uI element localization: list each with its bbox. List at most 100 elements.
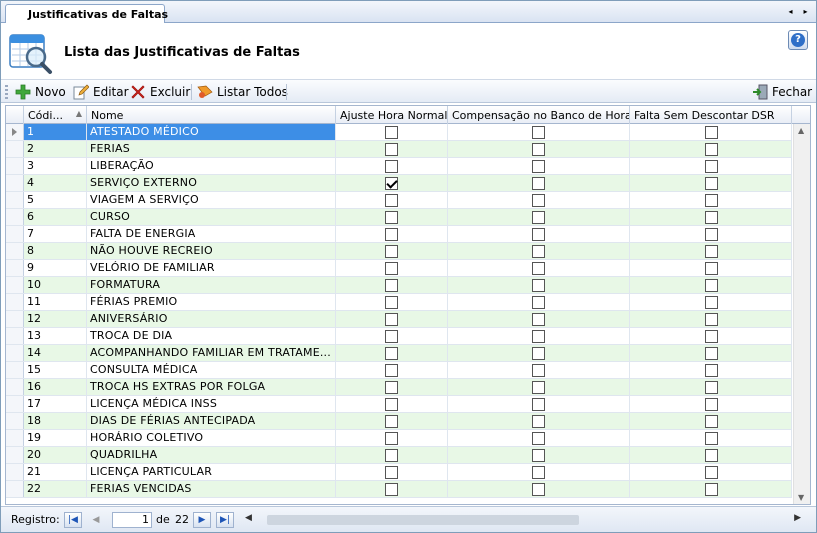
compensation-checkbox[interactable] [532, 466, 545, 479]
header-adjust[interactable]: Ajuste Hora Normal [336, 106, 448, 124]
code-cell[interactable]: 22 [24, 481, 87, 497]
absence-cell[interactable] [630, 396, 792, 412]
compensation-checkbox[interactable] [532, 245, 545, 258]
adjust-cell[interactable] [336, 345, 448, 361]
adjust-checkbox[interactable] [385, 279, 398, 292]
row-indicator-cell[interactable] [6, 260, 24, 276]
table-row[interactable]: 4 SERVIÇO EXTERNO [6, 175, 792, 192]
row-indicator-cell[interactable] [6, 294, 24, 310]
adjust-checkbox[interactable] [385, 296, 398, 309]
table-row[interactable]: 8 NÃO HOUVE RECREIO [6, 243, 792, 260]
header-compensation[interactable]: Compensação no Banco de Horas [448, 106, 630, 124]
table-row[interactable]: 14 ACOMPANHANDO FAMILIAR EM TRATAME... [6, 345, 792, 362]
compensation-checkbox[interactable] [532, 483, 545, 496]
code-cell[interactable]: 14 [24, 345, 87, 361]
code-cell[interactable]: 10 [24, 277, 87, 293]
absence-checkbox[interactable] [705, 160, 718, 173]
compensation-cell[interactable] [448, 158, 630, 174]
row-indicator-cell[interactable] [6, 226, 24, 242]
table-row[interactable]: 21 LICENÇA PARTICULAR [6, 464, 792, 481]
adjust-checkbox[interactable] [385, 483, 398, 496]
compensation-cell[interactable] [448, 328, 630, 344]
compensation-checkbox[interactable] [532, 347, 545, 360]
adjust-cell[interactable] [336, 226, 448, 242]
row-indicator-cell[interactable] [6, 430, 24, 446]
compensation-cell[interactable] [448, 396, 630, 412]
adjust-cell[interactable] [336, 243, 448, 259]
absence-checkbox[interactable] [705, 415, 718, 428]
name-cell[interactable]: TROCA HS EXTRAS POR FOLGA [87, 379, 336, 395]
code-cell[interactable]: 6 [24, 209, 87, 225]
adjust-checkbox[interactable] [385, 177, 398, 190]
code-cell[interactable]: 16 [24, 379, 87, 395]
absence-cell[interactable] [630, 294, 792, 310]
absence-cell[interactable] [630, 362, 792, 378]
compensation-cell[interactable] [448, 345, 630, 361]
adjust-cell[interactable] [336, 413, 448, 429]
table-row[interactable]: 6 CURSO [6, 209, 792, 226]
code-cell[interactable]: 1 [24, 124, 87, 140]
absence-checkbox[interactable] [705, 194, 718, 207]
absence-checkbox[interactable] [705, 483, 718, 496]
name-cell[interactable]: CONSULTA MÉDICA [87, 362, 336, 378]
compensation-checkbox[interactable] [532, 381, 545, 394]
compensation-checkbox[interactable] [532, 313, 545, 326]
table-row[interactable]: 7 FALTA DE ENERGIA [6, 226, 792, 243]
name-cell[interactable]: LICENÇA PARTICULAR [87, 464, 336, 480]
row-indicator-cell[interactable] [6, 209, 24, 225]
adjust-cell[interactable] [336, 481, 448, 497]
table-row[interactable]: 15 CONSULTA MÉDICA [6, 362, 792, 379]
new-button[interactable]: Novo [15, 83, 66, 101]
adjust-cell[interactable] [336, 447, 448, 463]
absence-checkbox[interactable] [705, 313, 718, 326]
adjust-cell[interactable] [336, 430, 448, 446]
absence-checkbox[interactable] [705, 245, 718, 258]
code-cell[interactable]: 19 [24, 430, 87, 446]
code-cell[interactable]: 12 [24, 311, 87, 327]
name-cell[interactable]: CURSO [87, 209, 336, 225]
row-indicator-cell[interactable] [6, 345, 24, 361]
table-row[interactable]: 9 VELÓRIO DE FAMILIAR [6, 260, 792, 277]
header-name[interactable]: Nome [87, 106, 336, 124]
table-row[interactable]: 17 LICENÇA MÉDICA INSS [6, 396, 792, 413]
table-row[interactable]: 12 ANIVERSÁRIO [6, 311, 792, 328]
absence-checkbox[interactable] [705, 262, 718, 275]
compensation-cell[interactable] [448, 209, 630, 225]
code-cell[interactable]: 4 [24, 175, 87, 191]
absence-cell[interactable] [630, 430, 792, 446]
name-cell[interactable]: QUADRILHA [87, 447, 336, 463]
adjust-cell[interactable] [336, 311, 448, 327]
name-cell[interactable]: FERIAS [87, 141, 336, 157]
compensation-cell[interactable] [448, 243, 630, 259]
absence-cell[interactable] [630, 413, 792, 429]
row-indicator-cell[interactable] [6, 175, 24, 191]
absence-cell[interactable] [630, 345, 792, 361]
absence-cell[interactable] [630, 141, 792, 157]
compensation-cell[interactable] [448, 430, 630, 446]
absence-cell[interactable] [630, 209, 792, 225]
adjust-cell[interactable] [336, 175, 448, 191]
absence-cell[interactable] [630, 260, 792, 276]
adjust-cell[interactable] [336, 209, 448, 225]
last-record-button[interactable]: ▶| [216, 512, 234, 528]
adjust-cell[interactable] [336, 277, 448, 293]
adjust-cell[interactable] [336, 158, 448, 174]
compensation-cell[interactable] [448, 413, 630, 429]
compensation-cell[interactable] [448, 481, 630, 497]
code-cell[interactable]: 21 [24, 464, 87, 480]
adjust-cell[interactable] [336, 294, 448, 310]
adjust-cell[interactable] [336, 379, 448, 395]
compensation-cell[interactable] [448, 464, 630, 480]
compensation-cell[interactable] [448, 379, 630, 395]
absence-cell[interactable] [630, 379, 792, 395]
absence-checkbox[interactable] [705, 279, 718, 292]
adjust-checkbox[interactable] [385, 143, 398, 156]
table-row[interactable]: 2 FERIAS [6, 141, 792, 158]
name-cell[interactable]: NÃO HOUVE RECREIO [87, 243, 336, 259]
close-button[interactable]: Fechar [752, 83, 812, 101]
code-cell[interactable]: 3 [24, 158, 87, 174]
absence-cell[interactable] [630, 481, 792, 497]
row-indicator-cell[interactable] [6, 124, 24, 140]
absence-cell[interactable] [630, 328, 792, 344]
absence-cell[interactable] [630, 447, 792, 463]
